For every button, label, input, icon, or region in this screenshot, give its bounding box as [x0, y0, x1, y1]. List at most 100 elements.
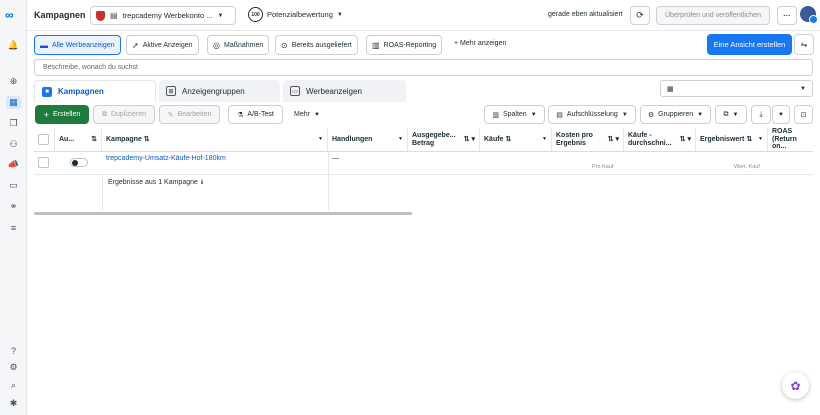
potential-score[interactable]: 100 Potenzialbewertung ▼	[248, 7, 343, 22]
chart-icon: ▥	[372, 40, 380, 50]
campaign-toggle[interactable]	[70, 158, 88, 167]
folder-icon: ▬	[40, 40, 48, 50]
calendar-icon: ▦	[667, 85, 674, 93]
meta-logo[interactable]: ∞	[5, 8, 14, 22]
export-menu-button[interactable]: ▼	[772, 105, 790, 124]
filter-all-ads[interactable]: ▬ Alle Werbeanzeigen	[34, 35, 121, 55]
sort-icon: ⇅ ▾	[679, 135, 691, 143]
header-campaign[interactable]: Kampagne ⇅ ▼	[102, 128, 328, 152]
more-actions-button[interactable]: Mehr ▼	[287, 105, 327, 124]
filter-delivered[interactable]: ⊙ Bereits ausgeliefert	[275, 35, 358, 55]
folder-icon: ■	[42, 86, 52, 97]
pencil-icon: ✎	[167, 111, 174, 119]
review-publish-button[interactable]: Überprüfen und veröffentlichen	[656, 6, 770, 25]
plus-circle-icon[interactable]: ⊕	[6, 75, 21, 88]
group-icon: ⚙	[647, 111, 655, 119]
copy-icon: ⧉	[101, 110, 107, 118]
grid-icon: ▤	[110, 11, 118, 20]
row-divider	[34, 174, 813, 175]
edit-button[interactable]: ✎ Bearbeiten	[159, 105, 220, 124]
header-purchases[interactable]: Käufe ⇅ ▼	[480, 128, 552, 152]
sort-icon: ⇅	[746, 135, 753, 143]
report-icon: ⧉	[723, 110, 729, 118]
bell-icon[interactable]: 🔔	[6, 39, 21, 52]
help-icon[interactable]: ?	[6, 344, 21, 357]
search-input[interactable]: Beschreibe, wonach du suchst	[34, 59, 813, 76]
settings-icon[interactable]: ⚙	[6, 361, 21, 374]
export-button[interactable]: ⤓	[751, 105, 771, 124]
tab-ads[interactable]: ▭ Werbeanzeigen	[283, 80, 406, 102]
header-roas[interactable]: ROAS (Return on...	[768, 128, 813, 152]
update-status: gerade eben aktualisiert	[548, 11, 623, 18]
show-more-filters[interactable]: + Mehr anzeigen	[454, 40, 506, 47]
pages-icon[interactable]: ❐	[6, 117, 21, 130]
group-button[interactable]: ⚙ Gruppieren ▼	[640, 105, 711, 124]
tab-campaigns[interactable]: ■ Kampagnen	[34, 80, 156, 102]
campaign-name-link[interactable]: trepcademy-Umsatz-Käufe-Hof-180km	[106, 155, 226, 162]
score-badge: 100	[248, 7, 263, 22]
ad-icon: ▭	[290, 86, 300, 96]
level-tabs: ■ Kampagnen ⊞ Anzeigengruppen ▭ Werbeanz…	[34, 80, 813, 102]
chart-toggle-button[interactable]: ⊡	[794, 105, 813, 124]
header-result-value[interactable]: Ergebniswert ⇅ ▼	[696, 128, 768, 152]
score-label: Potenzialbewertung	[267, 10, 333, 19]
tab-adsets[interactable]: ⊞ Anzeigengruppen	[159, 80, 280, 102]
account-name: trepcademy Werbekonto ...	[122, 11, 213, 20]
flask-icon: ⚗	[237, 111, 244, 119]
create-button[interactable]: + Erstellen	[35, 105, 89, 124]
select-all-checkbox[interactable]	[38, 134, 49, 145]
bug-icon[interactable]: ✱	[6, 397, 21, 410]
adset-grid-icon: ⊞	[166, 86, 176, 96]
filter-roas-reporting[interactable]: ▥ ROAS-Reporting	[366, 35, 443, 55]
ab-test-button[interactable]: ⚗ A/B-Test	[228, 105, 283, 124]
megaphone-icon[interactable]: 📣	[6, 158, 21, 171]
view-filters: ▬ Alle Werbeanzeigen ➚ Aktive Anzeigen ◎…	[27, 31, 820, 59]
target-icon: ◎	[213, 40, 220, 50]
create-view-button[interactable]: Eine Ansicht erstellen	[707, 34, 792, 55]
header-amount-spent[interactable]: Ausgegebe... Betrag ⇅ ▾	[408, 128, 480, 152]
chevron-down-icon: ▼	[800, 85, 806, 92]
search-icon[interactable]: ⌕	[6, 379, 21, 392]
more-options-button[interactable]: ···	[777, 6, 797, 25]
menu-icon[interactable]: ≡	[6, 221, 21, 234]
assistant-button[interactable]: ✿	[782, 372, 809, 399]
info-icon[interactable]: ℹ	[201, 179, 203, 186]
columns-icon: ▥	[492, 111, 499, 119]
chevron-down-icon: ▼	[758, 135, 763, 142]
header-status[interactable]: Au... ⇅	[55, 128, 102, 152]
grid-table-icon[interactable]: ▦	[6, 96, 21, 109]
page-title: Kampagnen	[34, 10, 86, 20]
columns-button[interactable]: ▥ Spalten ▼	[484, 105, 545, 124]
chevron-down-icon: ▼	[217, 12, 224, 19]
network-icon[interactable]: ⚭	[6, 200, 21, 213]
action-toolbar: + Erstellen ⧉ Duplizieren ✎ Bearbeiten ⚗…	[34, 105, 813, 125]
sliders-icon: ⇋	[800, 40, 808, 49]
account-logo-icon	[96, 10, 105, 21]
column-divider	[328, 152, 329, 210]
reports-button[interactable]: ⧉ ▼	[715, 105, 747, 124]
header-avg-purchase-value[interactable]: Käufe - durchschni... ⇅ ▾	[624, 128, 696, 152]
avatar[interactable]	[800, 6, 818, 24]
sparkle-icon: ✿	[790, 378, 801, 393]
send-icon: ➚	[132, 40, 139, 50]
card-icon[interactable]: ▭	[6, 179, 21, 192]
account-selector[interactable]: ▤ trepcademy Werbekonto ... ▼	[90, 6, 236, 25]
duplicate-button[interactable]: ⧉ Duplizieren	[93, 105, 155, 124]
horizontal-scrollbar[interactable]	[34, 212, 412, 215]
row-checkbox[interactable]	[38, 157, 49, 168]
chart-icon: ⊡	[800, 111, 807, 119]
people-icon[interactable]: ⚇	[6, 138, 21, 151]
breakdown-button[interactable]: ▤ Aufschlüsselung ▼	[548, 105, 636, 124]
filter-actions[interactable]: ◎ Maßnahmen	[207, 35, 270, 55]
filter-active-ads[interactable]: ➚ Aktive Anzeigen	[126, 35, 199, 55]
chevron-down-icon: ▼	[732, 111, 739, 118]
summary-row: Ergebnisse aus 1 Kampagne ℹ	[108, 179, 204, 186]
refresh-icon: ⟳	[636, 10, 644, 20]
sort-icon: ⇅	[505, 135, 512, 143]
header-actions[interactable]: Handlungen ▼	[328, 128, 408, 152]
header-cost-per-result[interactable]: Kosten pro Ergebnis ⇅ ▾	[552, 128, 624, 152]
column-divider	[102, 174, 103, 210]
filter-settings-button[interactable]: ⇋	[794, 34, 814, 55]
refresh-button[interactable]: ⟳	[630, 6, 650, 25]
date-range-selector[interactable]: ▦ ▼	[660, 80, 813, 97]
